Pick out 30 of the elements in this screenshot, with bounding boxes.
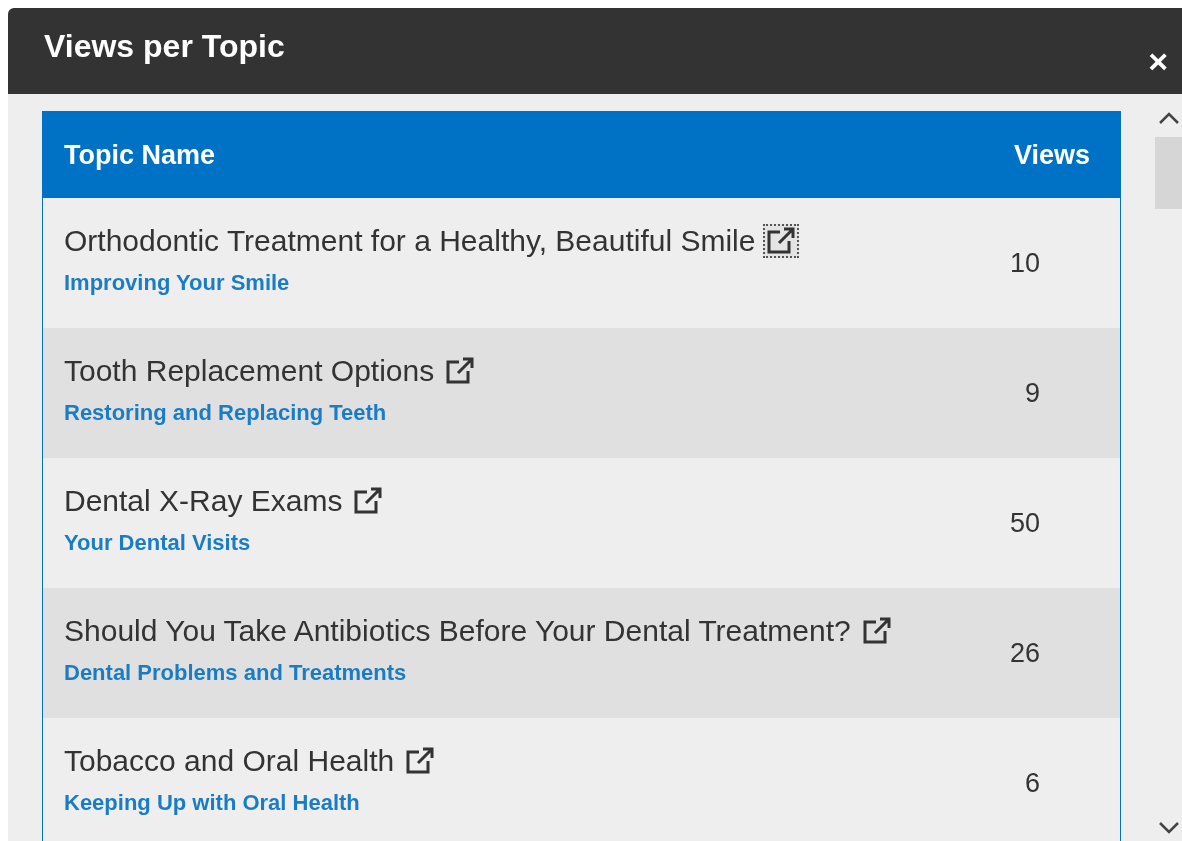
scroll-up-button[interactable] <box>1157 111 1180 125</box>
category-link[interactable]: Your Dental Visits <box>64 530 387 556</box>
views-count: 10 <box>1009 247 1040 279</box>
category-link[interactable]: Dental Problems and Treatments <box>64 660 895 686</box>
views-count: 9 <box>1024 377 1040 409</box>
category-link[interactable]: Improving Your Smile <box>64 270 800 296</box>
chevron-down-icon <box>1157 821 1180 835</box>
external-link-icon <box>405 747 436 775</box>
external-link-icon <box>766 227 797 255</box>
topic-title: Dental X-Ray Exams <box>64 484 343 518</box>
chevron-up-icon <box>1157 111 1180 125</box>
open-link[interactable] <box>763 224 800 258</box>
column-header: Views <box>1013 139 1090 171</box>
scrollbar-thumb[interactable] <box>1155 137 1182 209</box>
category-link[interactable]: Keeping Up with Oral Health <box>64 790 439 816</box>
topic-title: Tooth Replacement Options <box>64 354 435 388</box>
column-header: Topic Name <box>64 139 216 171</box>
external-link-icon <box>445 357 476 385</box>
topic-title: Orthodontic Treatment for a Healthy, Beautiful Smile <box>64 224 756 258</box>
close-button[interactable]: × <box>1148 44 1168 78</box>
views-count: 50 <box>1009 507 1040 539</box>
category-link[interactable]: Restoring and Replacing Teeth <box>64 400 479 426</box>
dialog-title: Views per Topic <box>44 27 285 65</box>
topic-title: Tobacco and Oral Health <box>64 744 395 778</box>
external-link-icon <box>861 617 892 645</box>
views-count: 6 <box>1024 767 1040 799</box>
scroll-down-button[interactable] <box>1157 821 1180 835</box>
views-count: 26 <box>1009 637 1040 669</box>
topic-title: Should You Take Antibiotics Before Your Dental Treatment? <box>64 614 851 648</box>
external-link-icon <box>353 487 384 515</box>
